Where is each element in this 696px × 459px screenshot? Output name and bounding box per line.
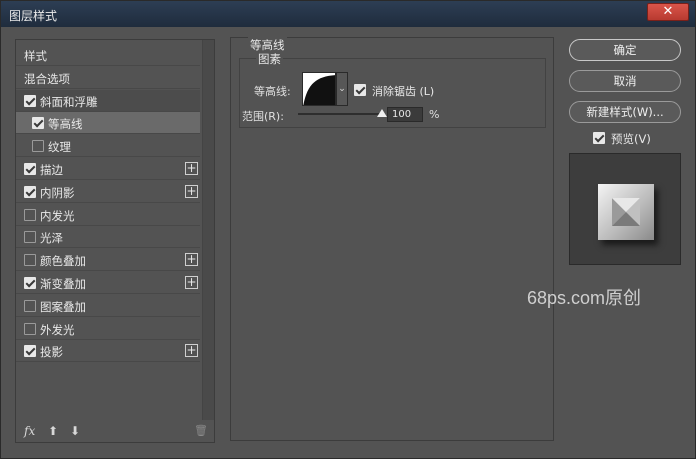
add-effect-icon[interactable]: + <box>185 344 198 358</box>
move-up-icon[interactable]: ⬆ <box>48 424 58 438</box>
cancel-button[interactable]: 取消 <box>569 70 681 92</box>
sidebar-item[interactable]: 内发光 <box>16 204 200 226</box>
sidebar-item-label: 内阴影 <box>40 185 75 200</box>
sidebar-item-label: 混合选项 <box>24 71 70 86</box>
sidebar-item-checkbox[interactable] <box>24 299 36 312</box>
sidebar-item[interactable]: 图案叠加 <box>16 295 200 317</box>
sidebar-item[interactable]: 描边 + <box>16 158 200 180</box>
sidebar-item-label: 等高线 <box>48 117 83 132</box>
add-effect-icon[interactable]: + <box>185 253 198 267</box>
sidebar-item-checkbox[interactable] <box>32 140 44 153</box>
ok-button[interactable]: 确定 <box>569 39 681 61</box>
sidebar-item[interactable]: 混合选项 <box>16 67 200 89</box>
sidebar-item-label: 纹理 <box>48 140 71 155</box>
contour-curve-icon <box>303 75 335 105</box>
sidebar-item-checkbox[interactable] <box>24 185 36 198</box>
watermark-text: 68ps.com原创 <box>527 288 642 308</box>
sidebar-item[interactable]: 外发光 <box>16 318 200 340</box>
layer-style-dialog: 图层样式 ✕ 样式混合选项斜面和浮雕等高线纹理描边 + 内阴影 + 内发光光泽颜色叠加 +… <box>0 0 696 459</box>
styles-list-panel: 样式混合选项斜面和浮雕等高线纹理描边 + 内阴影 + 内发光光泽颜色叠加 + 渐变叠加 + 图案… <box>15 39 215 443</box>
contour-dropdown-button[interactable]: ⌄ <box>336 72 348 106</box>
sidebar-item-label: 斜面和浮雕 <box>40 94 98 109</box>
preview-tile <box>598 184 654 240</box>
sidebar-item[interactable]: 光泽 <box>16 226 200 249</box>
sidebar-item[interactable]: 等高线 <box>16 112 200 135</box>
antialias-label: 消除锯齿 (L) <box>372 85 435 98</box>
sidebar-item-checkbox[interactable] <box>24 254 36 267</box>
sidebar-item[interactable]: 投影 + <box>16 340 200 363</box>
preview-checkbox[interactable] <box>593 132 605 144</box>
sidebar-item-label: 描边 <box>40 163 63 177</box>
sidebar-item-label: 投影 <box>40 345 63 360</box>
new-style-button[interactable]: 新建样式(W)... <box>569 101 681 123</box>
sidebar-item-label: 外发光 <box>40 322 75 337</box>
move-down-icon[interactable]: ⬇ <box>70 424 80 438</box>
title-bar[interactable]: 图层样式 ✕ <box>1 1 695 27</box>
sidebar-item[interactable]: 内阴影 + <box>16 181 200 203</box>
contour-label: 等高线: <box>254 85 291 98</box>
sidebar-item-label: 内发光 <box>40 208 75 223</box>
range-slider-thumb[interactable] <box>377 109 387 117</box>
sidebar-item[interactable]: 颜色叠加 + <box>16 249 200 272</box>
sidebar-item-label: 样式 <box>24 49 47 63</box>
sidebar-item[interactable]: 斜面和浮雕 <box>16 89 200 112</box>
chevron-down-icon: ⌄ <box>338 84 346 94</box>
preview-label: 预览(V) <box>611 132 651 146</box>
antialias-checkbox[interactable] <box>354 84 366 96</box>
sidebar-item[interactable]: 渐变叠加 + <box>16 272 200 294</box>
style-preview <box>569 153 681 265</box>
sidebar-item-checkbox[interactable] <box>24 277 36 289</box>
add-effect-icon[interactable]: + <box>185 184 198 198</box>
fx-icon[interactable]: fx <box>24 424 35 438</box>
sidebar-item[interactable]: 样式 <box>16 44 200 66</box>
preview-bevel-icon <box>612 198 640 226</box>
sidebar-item-checkbox[interactable] <box>32 117 44 130</box>
sidebar-item[interactable]: 纹理 <box>16 135 200 158</box>
sidebar-item-label: 光泽 <box>40 231 63 246</box>
styles-footer: fx ⬆ ⬇ 🗑 <box>16 420 214 442</box>
sidebar-item-checkbox[interactable] <box>24 322 36 335</box>
add-effect-icon[interactable]: + <box>185 276 198 289</box>
range-slider-track[interactable] <box>298 113 382 115</box>
range-percent-sign: % <box>429 108 440 121</box>
sidebar-item-checkbox[interactable] <box>24 208 36 221</box>
sidebar-item-checkbox[interactable] <box>24 94 36 107</box>
add-effect-icon[interactable]: + <box>185 162 198 175</box>
sidebar-item-checkbox[interactable] <box>24 231 36 244</box>
sidebar-item-label: 图案叠加 <box>40 299 86 314</box>
sidebar-item-checkbox[interactable] <box>24 345 36 358</box>
sidebar-item-label: 渐变叠加 <box>40 277 86 291</box>
range-label: 范围(R): <box>242 110 284 123</box>
contour-panel: 等高线 图素 等高线: ⌄ 消除锯齿 (L) 范围(R): 100 % <box>230 37 554 441</box>
contour-picker[interactable] <box>302 72 336 106</box>
styles-scrollbar[interactable] <box>202 40 214 420</box>
range-input[interactable]: 100 <box>387 107 423 122</box>
sidebar-item-label: 颜色叠加 <box>40 254 86 269</box>
trash-icon[interactable]: 🗑 <box>194 424 208 437</box>
elements-group-title: 图素 <box>256 51 283 67</box>
sidebar-item-checkbox[interactable] <box>24 163 36 175</box>
close-button[interactable]: ✕ <box>647 3 689 21</box>
dialog-title: 图层样式 <box>9 9 58 23</box>
